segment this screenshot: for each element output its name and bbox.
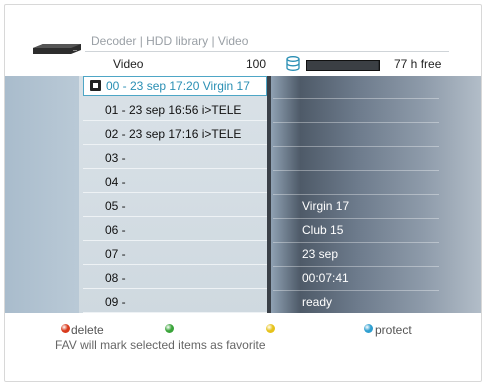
detail-separator [273, 170, 439, 171]
breadcrumb: Decoder | HDD library | Video [91, 34, 249, 48]
detail-separator [273, 194, 439, 195]
detail-separator [273, 146, 439, 147]
recording-label: 06 - [105, 223, 126, 237]
favorite-hint: FAV will mark selected items as favorite [55, 338, 266, 352]
detail-channel: Virgin 17 [302, 199, 350, 213]
panel-divider [267, 76, 271, 313]
lock-icon [90, 80, 101, 91]
disk-usage-bar [306, 60, 380, 71]
disk-usage-fill [307, 61, 378, 70]
recording-label: 02 - 23 sep 17:16 i>TELE [105, 127, 242, 141]
detail-separator [273, 314, 439, 315]
recording-item[interactable]: 01 - 23 sep 16:56 i>TELE [83, 100, 267, 121]
protect-label: protect [375, 323, 412, 337]
recording-label: 00 - 23 sep 17:20 Virgin 17 [106, 79, 250, 93]
recording-label: 04 - [105, 175, 126, 189]
detail-separator [273, 290, 439, 291]
detail-separator [273, 122, 439, 123]
recording-label: 01 - 23 sep 16:56 i>TELE [105, 103, 242, 117]
detail-separator [273, 218, 439, 219]
disk-icon [286, 56, 300, 71]
recording-item[interactable]: 02 - 23 sep 17:16 i>TELE [83, 124, 267, 145]
screen-frame: Decoder | HDD library | Video Video 100 … [4, 4, 482, 382]
recording-label: 03 - [105, 151, 126, 165]
blue-button-icon[interactable] [364, 324, 373, 333]
yellow-button-icon[interactable] [266, 324, 275, 333]
decoder-box-icon [33, 44, 81, 54]
recording-count: 100 [245, 57, 266, 71]
delete-label: delete [71, 323, 104, 337]
green-button-icon[interactable] [165, 324, 174, 333]
recording-label: 05 - [105, 199, 126, 213]
recording-item[interactable]: 04 - [83, 172, 267, 193]
red-button-icon[interactable] [61, 324, 70, 333]
recording-item[interactable]: 06 - [83, 220, 267, 241]
detail-separator [273, 266, 439, 267]
recording-item[interactable]: 09 - [83, 292, 267, 313]
recording-item[interactable]: 03 - [83, 148, 267, 169]
disk-free-label: 77 h free [394, 57, 442, 71]
detail-status: ready [302, 295, 333, 309]
recording-item[interactable]: 00 - 23 sep 17:20 Virgin 17 [83, 76, 267, 96]
detail-duration: 00:07:41 [302, 271, 349, 285]
detail-date: 23 sep [302, 247, 339, 261]
header-divider [85, 51, 449, 52]
detail-separator [273, 98, 439, 99]
recording-label: 08 - [105, 271, 126, 285]
page-title: Video [113, 57, 144, 71]
detail-programme: Club 15 [302, 223, 344, 237]
recording-label: 07 - [105, 247, 126, 261]
recording-label: 09 - [105, 295, 126, 309]
recording-item[interactable]: 08 - [83, 268, 267, 289]
recording-item[interactable]: 05 - [83, 196, 267, 217]
recording-item[interactable]: 07 - [83, 244, 267, 265]
detail-separator [273, 242, 439, 243]
